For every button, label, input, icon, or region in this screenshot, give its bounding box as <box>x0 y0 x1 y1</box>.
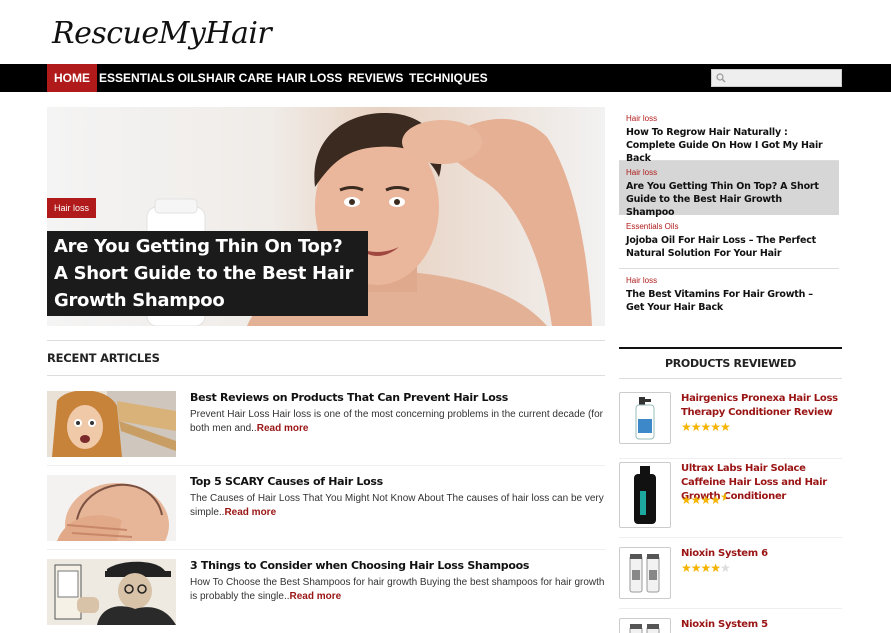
product-thumbnail[interactable] <box>619 462 671 528</box>
nav-item-hair-care[interactable]: HAIR CARE <box>199 64 280 92</box>
star-rating: ★★★★★ <box>681 420 731 434</box>
products-reviewed-heading: PRODUCTS REVIEWED <box>619 349 842 379</box>
read-more-link[interactable]: Read more <box>224 507 276 518</box>
section-divider <box>47 340 605 341</box>
sidebar-post[interactable]: Essentials Oils Jojoba Oil For Hair Loss… <box>619 215 839 269</box>
nav-item-hair-loss[interactable]: HAIR LOSS <box>270 64 349 92</box>
sidebar-post-title[interactable]: How To Regrow Hair Naturally : Complete … <box>626 126 832 165</box>
product-thumbnail[interactable] <box>619 618 671 633</box>
site-logo[interactable]: RescueMyHair <box>52 16 272 60</box>
article-item: Top 5 SCARY Causes of Hair Loss The Caus… <box>47 475 605 543</box>
sidebar-post-category[interactable]: Essentials Oils <box>626 222 832 231</box>
article-item: 3 Things to Consider when Choosing Hair … <box>47 559 605 627</box>
star-rating: ★★★★★ <box>681 561 731 575</box>
nav-item-reviews[interactable]: REVIEWS <box>341 64 410 92</box>
sidebar-post-category[interactable]: Hair loss <box>626 114 832 123</box>
product-thumbnail[interactable] <box>619 392 671 444</box>
product-name-link[interactable]: Hairgenics Pronexa Hair Loss Therapy Con… <box>681 392 843 420</box>
sidebar-post-category[interactable]: Hair loss <box>626 276 832 285</box>
sidebar-featured-list: Hair loss How To Regrow Hair Naturally :… <box>619 107 839 323</box>
products-reviewed-widget: PRODUCTS REVIEWED Hairgenics Pronexa Hai… <box>619 347 842 633</box>
hero-title[interactable]: Are You Getting Thin On Top? A Short Gui… <box>47 231 368 316</box>
recent-articles-heading: RECENT ARTICLES <box>47 351 160 365</box>
sidebar-post[interactable]: Hair loss How To Regrow Hair Naturally :… <box>619 107 839 164</box>
logo-text: RescueMyHair <box>52 16 272 51</box>
read-more-link[interactable]: Read more <box>290 591 342 602</box>
sidebar-post-category[interactable]: Hair loss <box>626 168 832 177</box>
product-name-link[interactable]: Nioxin System 6 <box>681 547 843 561</box>
main-nav: HOME ESSENTIALS OILS HAIR CARE HAIR LOSS… <box>0 64 891 92</box>
article-title[interactable]: Top 5 SCARY Causes of Hair Loss <box>190 475 606 488</box>
product-divider <box>619 458 842 459</box>
article-excerpt: Prevent Hair Loss Hair loss is one of th… <box>190 408 606 436</box>
article-excerpt: The Causes of Hair Loss That You Might N… <box>190 492 606 520</box>
search-icon <box>716 73 726 83</box>
article-divider <box>47 549 605 550</box>
article-thumbnail[interactable] <box>47 559 176 625</box>
product-name-link[interactable]: Nioxin System 5 <box>681 618 843 632</box>
nav-item-essentials-oils[interactable]: ESSENTIALS OILS <box>92 64 213 92</box>
hero-category-badge[interactable]: Hair loss <box>47 198 97 218</box>
article-divider <box>47 465 605 466</box>
nav-item-techniques[interactable]: TECHNIQUES <box>402 64 495 92</box>
article-item: Best Reviews on Products That Can Preven… <box>47 391 605 459</box>
search-input[interactable] <box>711 69 842 87</box>
section-divider <box>47 375 605 376</box>
sidebar-post-title[interactable]: Are You Getting Thin On Top? A Short Gui… <box>626 180 832 219</box>
article-thumbnail[interactable] <box>47 475 176 541</box>
article-title[interactable]: Best Reviews on Products That Can Preven… <box>190 391 606 404</box>
article-thumbnail[interactable] <box>47 391 176 457</box>
product-thumbnail[interactable] <box>619 547 671 599</box>
star-rating: ★★★★★ <box>681 490 727 507</box>
article-excerpt-text: Prevent Hair Loss Hair loss is one of th… <box>190 409 603 434</box>
nav-item-home[interactable]: HOME <box>47 64 97 92</box>
sidebar-post-title[interactable]: The Best Vitamins For Hair Growth – Get … <box>626 288 832 314</box>
article-excerpt-text: How To Choose the Best Shampoos for hair… <box>190 577 605 602</box>
read-more-link[interactable]: Read more <box>257 423 309 434</box>
article-title[interactable]: 3 Things to Consider when Choosing Hair … <box>190 559 606 572</box>
sidebar-post[interactable]: Hair loss The Best Vitamins For Hair Gro… <box>619 269 839 323</box>
sidebar-post[interactable]: Hair loss Are You Getting Thin On Top? A… <box>619 161 839 218</box>
article-excerpt: How To Choose the Best Shampoos for hair… <box>190 576 606 604</box>
product-divider <box>619 608 842 609</box>
sidebar-post-title[interactable]: Jojoba Oil For Hair Loss – The Perfect N… <box>626 234 832 260</box>
product-divider <box>619 537 842 538</box>
